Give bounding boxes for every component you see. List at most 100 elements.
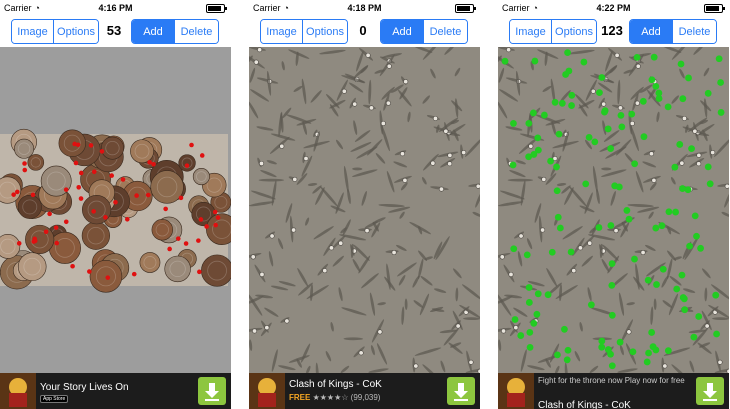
count-marker bbox=[178, 195, 184, 201]
cell bbox=[420, 276, 433, 286]
count-marker bbox=[517, 332, 525, 339]
count-marker bbox=[712, 291, 720, 299]
count-marker bbox=[598, 343, 606, 351]
cell bbox=[656, 111, 660, 123]
round-cell bbox=[634, 100, 640, 106]
cell bbox=[499, 89, 519, 102]
round-cell bbox=[681, 115, 687, 121]
cell bbox=[461, 284, 480, 301]
cell bbox=[463, 317, 480, 321]
cell bbox=[360, 65, 369, 74]
cell bbox=[293, 85, 303, 92]
round-cell bbox=[259, 160, 265, 166]
round-cell bbox=[506, 47, 512, 53]
count-marker bbox=[616, 338, 624, 346]
cell bbox=[630, 124, 639, 152]
delete-button[interactable]: Delete bbox=[672, 20, 716, 43]
coin bbox=[27, 154, 45, 171]
count-marker bbox=[103, 215, 108, 220]
image-canvas[interactable] bbox=[0, 47, 231, 373]
round-cell bbox=[635, 63, 641, 69]
cell bbox=[569, 186, 588, 207]
count-marker bbox=[198, 217, 204, 222]
ad-banner[interactable]: Fight for the throne now Play now for fr… bbox=[498, 373, 729, 409]
count-marker bbox=[704, 89, 712, 97]
cell bbox=[375, 152, 386, 164]
count-marker bbox=[706, 180, 714, 188]
round-cell bbox=[264, 325, 270, 331]
cell bbox=[546, 267, 558, 287]
cell bbox=[266, 160, 277, 165]
count-marker bbox=[183, 241, 189, 246]
count-marker bbox=[204, 224, 209, 229]
coins-photo[interactable] bbox=[0, 47, 231, 373]
cell bbox=[710, 284, 729, 301]
count-marker bbox=[585, 133, 593, 141]
round-cell bbox=[252, 328, 258, 334]
options-button[interactable]: Options bbox=[302, 20, 347, 43]
cell bbox=[559, 284, 563, 302]
cell bbox=[249, 101, 259, 119]
cells-photo[interactable] bbox=[498, 47, 729, 373]
count-marker bbox=[704, 163, 712, 171]
options-button[interactable]: Options bbox=[53, 20, 98, 43]
count-marker bbox=[652, 224, 660, 232]
download-button[interactable] bbox=[198, 377, 226, 405]
cell bbox=[430, 68, 436, 79]
cell bbox=[278, 365, 296, 371]
download-button[interactable] bbox=[447, 377, 475, 405]
delete-button[interactable]: Delete bbox=[423, 20, 467, 43]
delete-button[interactable]: Delete bbox=[174, 20, 218, 43]
add-button[interactable]: Add bbox=[630, 20, 672, 43]
count-marker bbox=[565, 67, 573, 75]
image-canvas[interactable] bbox=[498, 47, 729, 373]
cell bbox=[400, 182, 408, 191]
cell bbox=[617, 79, 621, 105]
count-marker bbox=[644, 276, 652, 284]
cells-photo[interactable] bbox=[249, 47, 480, 373]
count-marker bbox=[564, 49, 571, 57]
image-button[interactable]: Image bbox=[12, 20, 53, 43]
count-marker bbox=[664, 347, 672, 355]
cell bbox=[341, 307, 367, 316]
cell bbox=[270, 285, 289, 291]
ad-banner[interactable]: Your Story Lives On App Store bbox=[0, 373, 231, 409]
app-store-badge[interactable]: App Store bbox=[40, 395, 69, 403]
count-marker bbox=[715, 55, 723, 63]
count-marker bbox=[509, 161, 517, 169]
cell bbox=[270, 133, 296, 141]
cell bbox=[413, 300, 424, 308]
ad-banner[interactable]: Clash of Kings - CoK FREE ★★★★☆ (99,039) bbox=[249, 373, 480, 409]
round-cell bbox=[540, 227, 546, 233]
count-marker bbox=[534, 146, 542, 154]
image-button[interactable]: Image bbox=[261, 20, 302, 43]
add-delete-segment: Add Delete bbox=[131, 19, 219, 44]
count-marker bbox=[530, 319, 538, 327]
round-cell bbox=[499, 254, 505, 260]
count-marker bbox=[78, 196, 84, 201]
rating-count: (99,039) bbox=[350, 393, 381, 402]
cell bbox=[596, 188, 600, 205]
count-marker bbox=[639, 97, 647, 105]
cell bbox=[574, 351, 581, 362]
image-button[interactable]: Image bbox=[510, 20, 551, 43]
cell bbox=[368, 79, 372, 105]
count-marker bbox=[564, 346, 572, 354]
add-button[interactable]: Add bbox=[132, 20, 174, 43]
cell bbox=[562, 226, 583, 240]
count-marker bbox=[212, 209, 218, 215]
cell bbox=[301, 78, 307, 105]
cell bbox=[369, 292, 376, 316]
options-button[interactable]: Options bbox=[551, 20, 596, 43]
status-time: 4:18 PM bbox=[347, 3, 382, 13]
image-canvas[interactable] bbox=[249, 47, 480, 373]
round-cell bbox=[614, 52, 620, 58]
round-cell bbox=[590, 88, 596, 94]
count-marker bbox=[587, 301, 595, 309]
download-button[interactable] bbox=[696, 377, 724, 405]
battery-icon bbox=[206, 4, 227, 13]
round-cell bbox=[541, 176, 547, 182]
add-button[interactable]: Add bbox=[381, 20, 423, 43]
cell bbox=[342, 219, 351, 236]
status-bar: Carrier ◔ 4:18 PM bbox=[249, 0, 480, 16]
